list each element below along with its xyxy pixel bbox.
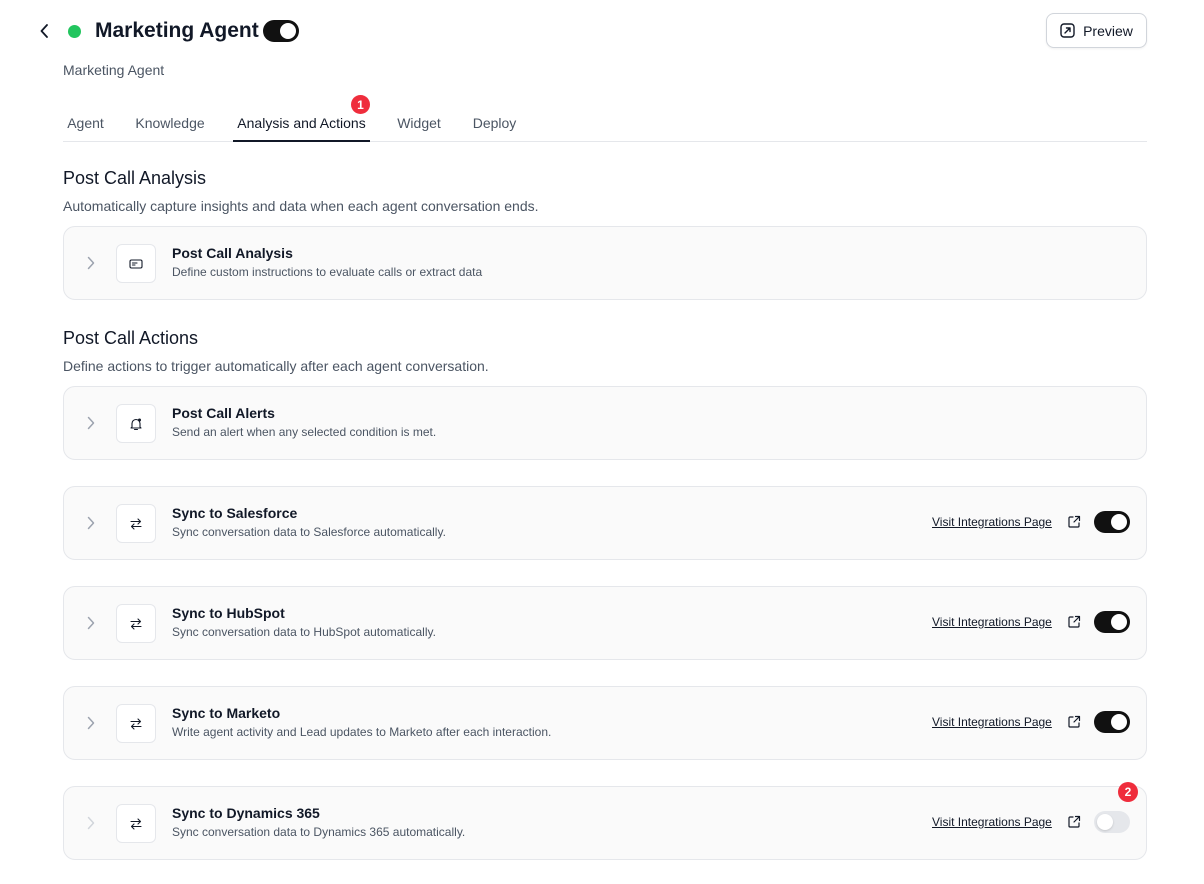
sync-hubspot-card[interactable]: Sync to HubSpot Sync conversation data to…	[63, 586, 1147, 660]
card-description: Write agent activity and Lead updates to…	[172, 725, 552, 739]
tab-widget[interactable]: Widget	[395, 104, 443, 142]
section-description-analysis: Automatically capture insights and data …	[63, 198, 539, 214]
card-title: Sync to Salesforce	[172, 505, 298, 521]
visit-integrations-link[interactable]: Visit Integrations Page	[932, 815, 1052, 830]
page-title: Marketing Agent	[95, 19, 259, 42]
tab-analysis-and-actions[interactable]: Analysis and Actions 1	[233, 95, 370, 142]
external-link-icon[interactable]	[1067, 615, 1081, 629]
agent-enabled-toggle[interactable]	[263, 20, 299, 42]
card-title: Post Call Alerts	[172, 405, 275, 421]
preview-icon	[1060, 23, 1075, 38]
card-description: Sync conversation data to Dynamics 365 a…	[172, 825, 466, 839]
sync-arrows-icon	[116, 604, 156, 643]
post-call-alerts-card[interactable]: Post Call Alerts Send an alert when any …	[63, 386, 1147, 460]
expand-chevron-icon[interactable]	[84, 255, 98, 271]
post-call-analysis-card[interactable]: Post Call Analysis Define custom instruc…	[63, 226, 1147, 300]
sync-toggle[interactable]	[1094, 611, 1130, 633]
tab-agent[interactable]: Agent	[63, 104, 108, 142]
sync-salesforce-card[interactable]: Sync to Salesforce Sync conversation data…	[63, 486, 1147, 560]
card-description: Send an alert when any selected conditio…	[172, 425, 437, 439]
card-title: Post Call Analysis	[172, 245, 293, 261]
agent-subtitle: Marketing Agent	[63, 62, 165, 78]
visit-integrations-link[interactable]: Visit Integrations Page	[932, 615, 1052, 630]
sync-marketo-card[interactable]: Sync to Marketo Write agent activity and …	[63, 686, 1147, 760]
sync-arrows-icon	[116, 504, 156, 543]
tab-knowledge[interactable]: Knowledge	[133, 104, 207, 142]
notification-badge: 2	[1118, 782, 1138, 802]
section-title-actions: Post Call Actions	[63, 328, 199, 348]
expand-chevron-icon[interactable]	[84, 415, 98, 431]
external-link-icon[interactable]	[1067, 815, 1081, 829]
expand-chevron-icon[interactable]	[84, 715, 98, 731]
expand-chevron-icon[interactable]	[84, 815, 98, 831]
visit-integrations-link[interactable]: Visit Integrations Page	[932, 515, 1052, 530]
expand-chevron-icon[interactable]	[84, 615, 98, 631]
back-button[interactable]	[34, 20, 56, 42]
sync-toggle[interactable]	[1094, 511, 1130, 533]
card-title: Sync to HubSpot	[172, 605, 285, 621]
chevron-left-icon	[40, 24, 48, 38]
sync-dynamics-365-card[interactable]: Sync to Dynamics 365 Sync conversation da…	[63, 782, 1147, 860]
expand-chevron-icon[interactable]	[84, 515, 98, 531]
preview-label: Preview	[1083, 22, 1133, 39]
bell-icon	[116, 404, 156, 443]
preview-button[interactable]: Preview	[1046, 13, 1147, 48]
card-description: Sync conversation data to HubSpot automa…	[172, 625, 436, 639]
tab-bar: Agent Knowledge Analysis and Actions 1 W…	[63, 95, 1147, 142]
card-title: Sync to Marketo	[172, 705, 281, 721]
status-indicator-dot	[68, 25, 81, 38]
sync-toggle[interactable]	[1094, 811, 1130, 833]
section-description-actions: Define actions to trigger automatically …	[63, 358, 489, 374]
tag-icon	[116, 244, 156, 283]
card-description: Sync conversation data to Salesforce aut…	[172, 525, 446, 539]
external-link-icon[interactable]	[1067, 715, 1081, 729]
sync-arrows-icon	[116, 804, 156, 843]
tab-deploy[interactable]: Deploy	[470, 104, 519, 142]
external-link-icon[interactable]	[1067, 515, 1081, 529]
notification-badge: 1	[351, 95, 370, 114]
section-title-analysis: Post Call Analysis	[63, 168, 207, 188]
card-title: Sync to Dynamics 365	[172, 805, 320, 821]
sync-arrows-icon	[116, 704, 156, 743]
visit-integrations-link[interactable]: Visit Integrations Page	[932, 715, 1052, 730]
sync-toggle[interactable]	[1094, 711, 1130, 733]
card-description: Define custom instructions to evaluate c…	[172, 265, 483, 279]
